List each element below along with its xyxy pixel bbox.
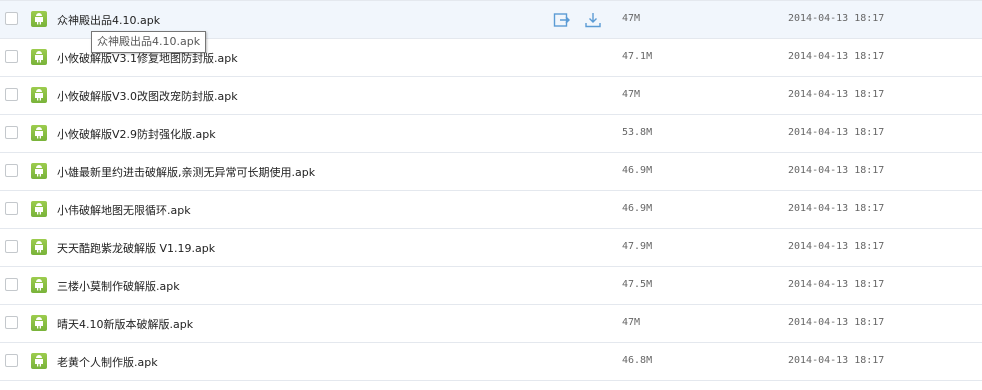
android-apk-icon <box>31 49 47 65</box>
file-name[interactable]: 天天酷跑紫龙破解版 V1.19.apk <box>57 240 215 256</box>
file-row[interactable]: 晴天4.10新版本破解版.apk 47M 2014-04-13 18:17 <box>0 305 982 343</box>
file-name[interactable]: 小攸破解版V3.0改图改宠防封版.apk <box>57 88 238 104</box>
file-date: 2014-04-13 18:17 <box>788 279 885 290</box>
file-date: 2014-04-13 18:17 <box>788 51 885 62</box>
file-size: 47.1M <box>622 51 653 62</box>
file-row[interactable]: 天天酷跑紫龙破解版 V1.19.apk 47.9M 2014-04-13 18:… <box>0 229 982 267</box>
file-name[interactable]: 晴天4.10新版本破解版.apk <box>57 316 193 332</box>
row-checkbox[interactable] <box>5 278 18 291</box>
file-size: 47M <box>622 89 641 100</box>
file-size: 46.8M <box>622 355 653 366</box>
file-row[interactable]: 小攸破解版V2.9防封强化版.apk 53.8M 2014-04-13 18:1… <box>0 115 982 153</box>
file-date: 2014-04-13 18:17 <box>788 355 885 366</box>
file-row[interactable]: 小雄最新里约进击破解版,亲测无异常可长期使用.apk 46.9M 2014-04… <box>0 153 982 191</box>
file-size: 46.9M <box>622 203 653 214</box>
file-row[interactable]: 老黄个人制作版.apk 46.8M 2014-04-13 18:17 <box>0 343 982 381</box>
file-size: 46.9M <box>622 165 653 176</box>
android-apk-icon <box>31 315 47 331</box>
file-date: 2014-04-13 18:17 <box>788 317 885 328</box>
file-date: 2014-04-13 18:17 <box>788 127 885 138</box>
file-name[interactable]: 小伟破解地图无限循环.apk <box>57 202 191 218</box>
file-row[interactable]: 小伟破解地图无限循环.apk 46.9M 2014-04-13 18:17 <box>0 191 982 229</box>
file-date: 2014-04-13 18:17 <box>788 165 885 176</box>
file-size: 53.8M <box>622 127 653 138</box>
row-checkbox[interactable] <box>5 50 18 63</box>
row-checkbox[interactable] <box>5 354 18 367</box>
file-size: 47M <box>622 13 641 24</box>
file-row[interactable]: 小攸破解版V3.0改图改宠防封版.apk 47M 2014-04-13 18:1… <box>0 77 982 115</box>
row-checkbox[interactable] <box>5 164 18 177</box>
android-apk-icon <box>31 353 47 369</box>
file-name[interactable]: 老黄个人制作版.apk <box>57 354 158 370</box>
file-date: 2014-04-13 18:17 <box>788 203 885 214</box>
file-size: 47M <box>622 317 641 328</box>
file-name[interactable]: 众神殿出品4.10.apk <box>57 12 160 28</box>
row-checkbox[interactable] <box>5 316 18 329</box>
row-checkbox[interactable] <box>5 126 18 139</box>
file-date: 2014-04-13 18:17 <box>788 89 885 100</box>
file-name[interactable]: 小攸破解版V2.9防封强化版.apk <box>57 126 216 142</box>
share-icon[interactable] <box>553 11 571 29</box>
file-date: 2014-04-13 18:17 <box>788 13 885 24</box>
file-size: 47.9M <box>622 241 653 252</box>
row-checkbox[interactable] <box>5 88 18 101</box>
android-apk-icon <box>31 11 47 27</box>
file-date: 2014-04-13 18:17 <box>788 241 885 252</box>
file-size: 47.5M <box>622 279 653 290</box>
android-apk-icon <box>31 239 47 255</box>
android-apk-icon <box>31 87 47 103</box>
row-checkbox[interactable] <box>5 12 18 25</box>
file-row[interactable]: 三楼小莫制作破解版.apk 47.5M 2014-04-13 18:17 <box>0 267 982 305</box>
android-apk-icon <box>31 163 47 179</box>
download-icon[interactable] <box>584 11 602 29</box>
android-apk-icon <box>31 125 47 141</box>
row-checkbox[interactable] <box>5 202 18 215</box>
row-checkbox[interactable] <box>5 240 18 253</box>
file-list: 众神殿出品4.10.apk 47M 2014-04-13 18:17 小攸破解版… <box>0 0 982 390</box>
android-apk-icon <box>31 277 47 293</box>
file-name[interactable]: 三楼小莫制作破解版.apk <box>57 278 180 294</box>
file-name[interactable]: 小雄最新里约进击破解版,亲测无异常可长期使用.apk <box>57 164 315 180</box>
android-apk-icon <box>31 201 47 217</box>
filename-tooltip: 众神殿出品4.10.apk <box>91 31 207 53</box>
